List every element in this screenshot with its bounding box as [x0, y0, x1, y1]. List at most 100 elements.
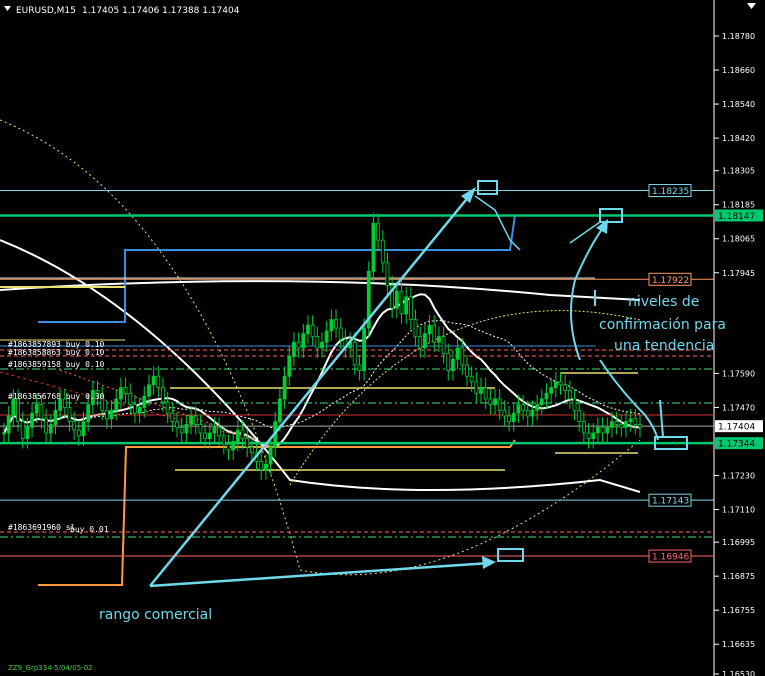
candle [614, 421, 619, 425]
candle [427, 324, 432, 335]
candle [610, 421, 614, 428]
order-label-6: buy 0.01 [70, 525, 109, 534]
candle [385, 262, 390, 286]
candle [165, 401, 170, 414]
candle [558, 381, 563, 386]
candle [306, 324, 310, 335]
candle [624, 421, 628, 428]
box-top [477, 180, 498, 195]
candle [539, 398, 544, 406]
price-axis[interactable]: 1.18780 1.18660 1.18540 1.18420 1.18305 1.181… [648, 32, 763, 676]
candle [535, 404, 540, 411]
candle [446, 353, 451, 371]
candle [6, 415, 11, 434]
y-tick-label: 1.18540 [722, 100, 755, 109]
box-bottom [497, 548, 524, 562]
candle [296, 341, 301, 349]
candle [497, 398, 502, 411]
candle [352, 341, 357, 366]
candle [161, 387, 165, 403]
curve-up-line [570, 224, 606, 361]
candle [175, 421, 179, 428]
candle [86, 404, 91, 423]
candle [507, 415, 511, 423]
candle [441, 336, 446, 354]
note-line-1: niveles de [628, 294, 699, 310]
candle [320, 341, 324, 349]
y-tick-label: 1.17230 [722, 472, 755, 481]
candle [581, 421, 586, 434]
candle [133, 404, 137, 414]
y-tick-label: 1.16875 [722, 572, 755, 581]
collapse-arrow-icon[interactable] [4, 6, 11, 11]
candle [530, 409, 535, 417]
candle [221, 435, 226, 445]
candle [329, 319, 334, 332]
y-tick-label: 1.17945 [722, 269, 755, 278]
candle [525, 409, 530, 417]
candle [596, 426, 600, 434]
candle [521, 404, 525, 411]
price-tag-label: 1.18147 [718, 212, 755, 222]
y-tick-label: 1.18660 [722, 66, 755, 75]
candle [418, 336, 423, 349]
candle [591, 432, 596, 440]
candle [287, 356, 292, 377]
candle [376, 222, 381, 241]
candle [437, 336, 441, 343]
candle [455, 347, 460, 360]
candle [189, 415, 193, 425]
price-tag-label: 1.17143 [652, 497, 689, 507]
candle [39, 404, 44, 420]
order-label-3: #1863859158 buy 0.10 [8, 360, 105, 369]
candle [16, 398, 20, 423]
candle [217, 426, 222, 437]
candle [399, 290, 404, 315]
candle [240, 429, 245, 440]
candle [502, 409, 507, 417]
candle [67, 407, 72, 423]
candle [600, 426, 605, 434]
tick-line [659, 399, 664, 438]
candle [114, 398, 119, 411]
y-tick-label: 1.18305 [722, 167, 755, 176]
candle [469, 375, 474, 383]
candle [465, 364, 469, 377]
candle [553, 381, 558, 389]
candle [315, 336, 320, 349]
y-tick-label: 1.18420 [722, 134, 755, 143]
candle [104, 409, 109, 420]
y-tick-label: 1.17470 [722, 403, 755, 412]
candle [34, 404, 39, 414]
candle [516, 404, 521, 414]
candle [577, 409, 582, 423]
range-label: rango comercial [99, 607, 212, 623]
candle [184, 424, 189, 434]
note-line-3: una tendencia [614, 338, 714, 354]
y-tick-label: 1.16995 [722, 538, 755, 547]
candle [170, 412, 175, 423]
candle [179, 426, 184, 434]
candle [380, 239, 385, 264]
candle [207, 432, 212, 440]
candle [147, 384, 151, 397]
candle [2, 432, 6, 435]
scroll-arrow-icon[interactable] [747, 3, 756, 9]
candle [460, 347, 465, 366]
candle [278, 398, 282, 423]
candle [282, 375, 287, 400]
candle [48, 424, 53, 434]
candle [338, 327, 343, 340]
candle [619, 424, 624, 428]
candle [156, 375, 161, 389]
price-chart[interactable]: EURUSD,M15 1.17405 1.17406 1.17388 1.174… [0, 0, 765, 676]
order-label-2: #1863858863 buy 0.10 [8, 348, 105, 357]
candle [301, 333, 306, 349]
candle [231, 441, 236, 451]
candle [334, 319, 338, 329]
candle [451, 358, 455, 371]
y-tick-label: 1.17590 [722, 369, 755, 378]
candle [362, 327, 366, 371]
candle [151, 375, 156, 386]
order-label-5: #1863691960 sl [8, 523, 76, 532]
